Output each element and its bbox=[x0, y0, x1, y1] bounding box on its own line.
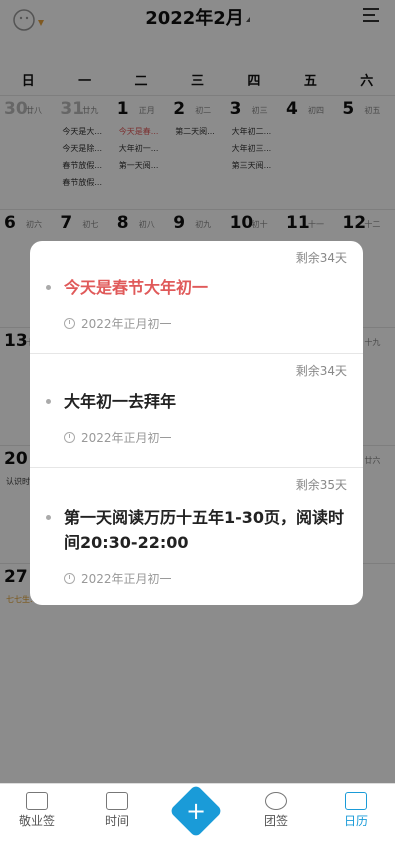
event-title: 第一天阅读万历十五年1-30页，阅读时间20:30-22:00 bbox=[64, 508, 345, 552]
event-date: 2022年正月初一 bbox=[64, 315, 172, 332]
tab-label: 敬业签 bbox=[18, 814, 55, 828]
team-icon bbox=[265, 792, 287, 810]
event-list-modal: 剩余34天 今天是春节大年初一 2022年正月初一 剩余34天 大年初一去拜年 … bbox=[30, 241, 363, 605]
tab-label: 团签 bbox=[263, 814, 288, 828]
event-date: 2022年正月初一 bbox=[64, 429, 172, 446]
clock-icon bbox=[64, 573, 75, 584]
tab-label: 时间 bbox=[104, 814, 129, 828]
bullet-icon bbox=[46, 285, 51, 290]
bullet-icon bbox=[46, 515, 51, 520]
clock-icon bbox=[64, 318, 75, 329]
tab-jingyeqian[interactable]: 敬业签 bbox=[2, 792, 72, 829]
event-title: 今天是春节大年初一 bbox=[64, 278, 209, 297]
tab-tuanqian[interactable]: 团签 bbox=[241, 792, 311, 829]
shoe-icon bbox=[26, 792, 48, 810]
tab-label: 日历 bbox=[343, 814, 368, 828]
clock-icon bbox=[64, 432, 75, 443]
event-item[interactable]: 剩余34天 今天是春节大年初一 2022年正月初一 bbox=[30, 241, 363, 354]
calendar-icon bbox=[345, 792, 367, 810]
bullet-icon bbox=[46, 399, 51, 404]
remaining-days: 剩余35天 bbox=[295, 478, 347, 492]
remaining-days: 剩余34天 bbox=[295, 251, 347, 265]
event-item[interactable]: 剩余34天 大年初一去拜年 2022年正月初一 bbox=[30, 354, 363, 468]
calendar-clock-icon bbox=[106, 792, 128, 810]
tab-time[interactable]: 时间 bbox=[82, 792, 152, 829]
event-title: 大年初一去拜年 bbox=[64, 392, 177, 411]
event-date: 2022年正月初一 bbox=[64, 570, 172, 587]
plus-icon: + bbox=[185, 797, 207, 825]
event-item[interactable]: 剩余35天 第一天阅读万历十五年1-30页，阅读时间20:30-22:00 20… bbox=[30, 468, 363, 605]
tab-calendar[interactable]: 日历 bbox=[321, 792, 391, 829]
remaining-days: 剩余34天 bbox=[295, 364, 347, 378]
